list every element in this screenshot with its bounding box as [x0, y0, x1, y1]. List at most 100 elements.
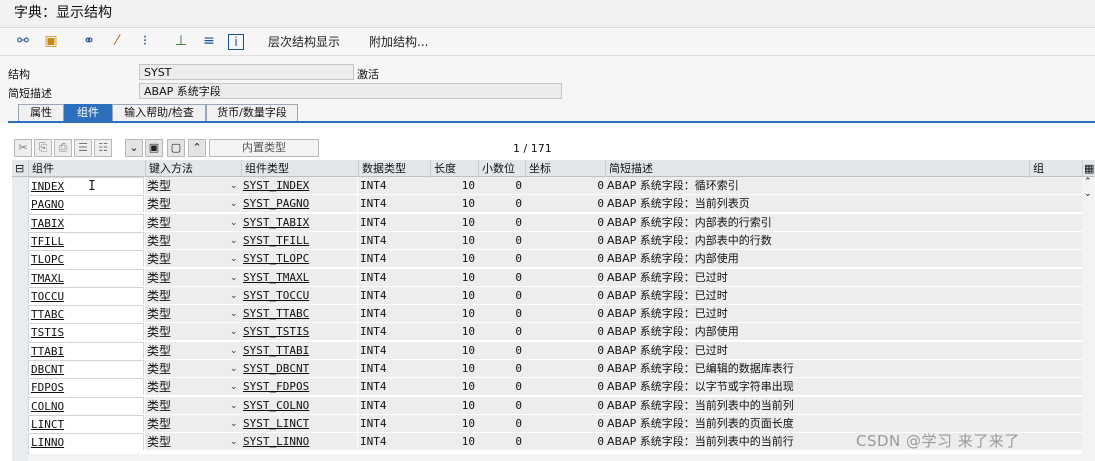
transport-icon[interactable]: ▣ [42, 32, 60, 50]
dropdown-arrow-icon[interactable]: ⌄ [230, 342, 240, 360]
dropdown-arrow-icon[interactable]: ⌄ [230, 323, 240, 341]
component-name-cell[interactable]: PAGNO [28, 195, 144, 214]
builtin-type-button[interactable]: 内置类型 [209, 139, 319, 157]
paste-icon[interactable]: ⎙ [54, 139, 72, 157]
col-data-type[interactable]: 数据类型 [358, 160, 430, 177]
dropdown-arrow-icon[interactable]: ⌄ [230, 232, 240, 250]
binoculars-icon[interactable]: ⚭ [80, 32, 98, 50]
component-type-cell[interactable]: SYST_PAGNO [241, 195, 357, 214]
dropdown-arrow-icon[interactable]: ⌄ [230, 397, 240, 415]
hierarchy-icon[interactable]: ⊥ [172, 32, 190, 50]
short-desc-field[interactable]: ABAP 系统字段 [139, 83, 562, 99]
entry-method-cell[interactable]: 类型 [145, 360, 241, 378]
entry-method-cell[interactable]: 类型 [145, 286, 241, 305]
component-type-cell[interactable]: SYST_TTABC [241, 305, 357, 324]
col-decimals[interactable]: 小数位 [478, 160, 525, 177]
info-icon[interactable]: i [228, 34, 244, 50]
dropdown-arrow-icon[interactable]: ⌄ [230, 214, 240, 232]
table-row[interactable]: TTABC 类型 SYST_TTABC INT4 10 0 0 ABAP 系统字段：已过时 ⌄ [12, 305, 1095, 324]
glasses-icon[interactable]: ⚯ [14, 32, 32, 50]
component-type-cell[interactable]: SYST_TSTIS [241, 323, 357, 342]
entry-method-cell[interactable]: 类型 [145, 341, 241, 360]
expand-all-icon[interactable]: ⌄ [125, 139, 143, 157]
horizontal-scrollbar[interactable] [28, 454, 1082, 461]
component-name-cell[interactable]: FDPOS [28, 378, 144, 397]
entry-method-cell[interactable]: 类型 [145, 213, 241, 232]
table-row[interactable]: PAGNO 类型 SYST_PAGNO INT4 10 0 0 ABAP 系统字段：当前列表页… [12, 195, 1095, 214]
dropdown-arrow-icon[interactable]: ⌄ [230, 177, 240, 195]
entry-method-cell[interactable]: 类型 [145, 195, 241, 214]
hierarchy-display-button[interactable]: 层次结构显示 [268, 28, 340, 56]
col-length[interactable]: 长度 [430, 160, 478, 177]
component-name-cell[interactable]: TLOPC [28, 250, 144, 269]
component-name-cell[interactable]: DBCNT [28, 360, 144, 378]
col-coord[interactable]: 坐标 [525, 160, 605, 177]
select-all-icon[interactable]: ▣ [145, 139, 163, 157]
dropdown-arrow-icon[interactable]: ⌄ [230, 250, 240, 268]
table-row[interactable]: TABIX 类型 SYST_TABIX INT4 10 0 0 ABAP 系统字段：内部表的行… [12, 213, 1095, 232]
col-component[interactable]: 组件 [28, 160, 145, 177]
magic-wand-icon[interactable]: ⁄ [108, 32, 126, 50]
component-name-cell[interactable]: TOCCU [28, 286, 144, 305]
entry-method-cell[interactable]: 类型 [145, 396, 241, 415]
component-type-cell[interactable]: SYST_TLOPC [241, 250, 357, 269]
col-short-desc[interactable]: 简短描述 [605, 160, 1029, 177]
col-group[interactable]: 组 [1029, 160, 1082, 177]
insert-row-icon[interactable]: ☰ [74, 139, 92, 157]
collapse-all-icon[interactable]: ⌃ [188, 139, 206, 157]
dropdown-arrow-icon[interactable]: ⌄ [230, 433, 240, 451]
component-name-cell[interactable]: TSTIS [28, 323, 144, 342]
tab-input-help[interactable]: 输入帮助/检查 [112, 104, 206, 121]
table-row[interactable]: TTABI 类型 SYST_TTABI INT4 10 0 0 ABAP 系统字段：已过时 ⌄ [12, 341, 1095, 360]
entry-method-cell[interactable]: 类型 [145, 323, 241, 342]
vertical-scrollbar[interactable]: ⌃ ⌄ [1082, 177, 1095, 461]
table-row[interactable]: TFILL 类型 SYST_TFILL INT4 10 0 0 ABAP 系统字段：内部表中的… [12, 231, 1095, 250]
table-row[interactable]: TSTIS 类型 SYST_TSTIS INT4 10 0 0 ABAP 系统字段：内部使用 ⌄ [12, 323, 1095, 342]
table-row[interactable]: TLOPC 类型 SYST_TLOPC INT4 10 0 0 ABAP 系统字段：内部使用 ⌄ [12, 250, 1095, 269]
dropdown-arrow-icon[interactable]: ⌄ [230, 415, 240, 433]
component-type-cell[interactable]: SYST_COLNO [241, 396, 357, 415]
component-type-cell[interactable]: SYST_LINNO [241, 433, 357, 452]
table-row[interactable]: FDPOS 类型 SYST_FDPOS INT4 10 0 0 ABAP 系统字段：以字节或字… [12, 378, 1095, 397]
dropdown-arrow-icon[interactable]: ⌄ [230, 360, 240, 378]
delete-row-icon[interactable]: ☷ [94, 139, 112, 157]
component-name-cell[interactable]: LINNO [28, 433, 144, 452]
component-name-cell[interactable]: TMAXL [28, 268, 144, 287]
entry-method-cell[interactable]: 类型 [145, 414, 241, 433]
component-type-cell[interactable]: SYST_TFILL [241, 231, 357, 250]
entry-method-cell[interactable]: 类型 [145, 305, 241, 324]
col-entry-method[interactable]: 键入方法 [145, 160, 241, 177]
entry-method-cell[interactable]: 类型 [145, 250, 241, 269]
entry-method-cell[interactable]: 类型 [145, 378, 241, 397]
component-type-cell[interactable]: SYST_INDEX [241, 177, 357, 195]
table-row[interactable]: COLNO 类型 SYST_COLNO INT4 10 0 0 ABAP 系统字段：当前列表中… [12, 396, 1095, 415]
append-structure-button[interactable]: 附加结构... [369, 28, 428, 56]
entry-method-cell[interactable]: 类型 [145, 231, 241, 250]
component-name-cell[interactable]: LINCT [28, 414, 144, 433]
component-type-cell[interactable]: SYST_DBCNT [241, 360, 357, 378]
table-row[interactable]: TOCCU 类型 SYST_TOCCU INT4 10 0 0 ABAP 系统字段：已过时 ⌄ [12, 286, 1095, 305]
tab-currency-fields[interactable]: 货币/数量字段 [206, 104, 298, 121]
component-name-cell[interactable]: TFILL [28, 231, 144, 250]
entry-method-cell[interactable]: 类型 [145, 268, 241, 287]
component-name-cell[interactable]: COLNO [28, 396, 144, 415]
component-name-cell[interactable]: INDEX [28, 177, 144, 195]
component-type-cell[interactable]: SYST_LINCT [241, 414, 357, 433]
dropdown-arrow-icon[interactable]: ⌄ [230, 305, 240, 323]
component-type-cell[interactable]: SYST_FDPOS [241, 378, 357, 397]
dropdown-arrow-icon[interactable]: ⌄ [230, 378, 240, 396]
component-name-cell[interactable]: TABIX [28, 213, 144, 232]
dropdown-arrow-icon[interactable]: ⌄ [230, 195, 240, 213]
table-row[interactable]: DBCNT 类型 SYST_DBCNT INT4 10 0 0 ABAP 系统字段：已编辑的数… [12, 360, 1095, 378]
component-type-cell[interactable]: SYST_TMAXL [241, 268, 357, 287]
structure-field[interactable]: SYST [139, 64, 354, 80]
entry-method-cell[interactable]: 类型 [145, 177, 241, 195]
dropdown-arrow-icon[interactable]: ⌄ [230, 269, 240, 287]
component-name-cell[interactable]: TTABI [28, 341, 144, 360]
table-row[interactable]: TMAXL 类型 SYST_TMAXL INT4 10 0 0 ABAP 系统字段：已过时 ⌄ [12, 268, 1095, 287]
stack-icon[interactable]: ≡ [200, 32, 218, 50]
component-type-cell[interactable]: SYST_TABIX [241, 213, 357, 232]
scroll-down-icon[interactable]: ⌄ [1084, 189, 1092, 199]
row-select-icon[interactable]: ⊟ [12, 160, 28, 177]
table-row[interactable]: INDEX 类型 SYST_INDEX INT4 10 0 0 ABAP 系统字段：循环索引 ⌄ [12, 177, 1095, 195]
